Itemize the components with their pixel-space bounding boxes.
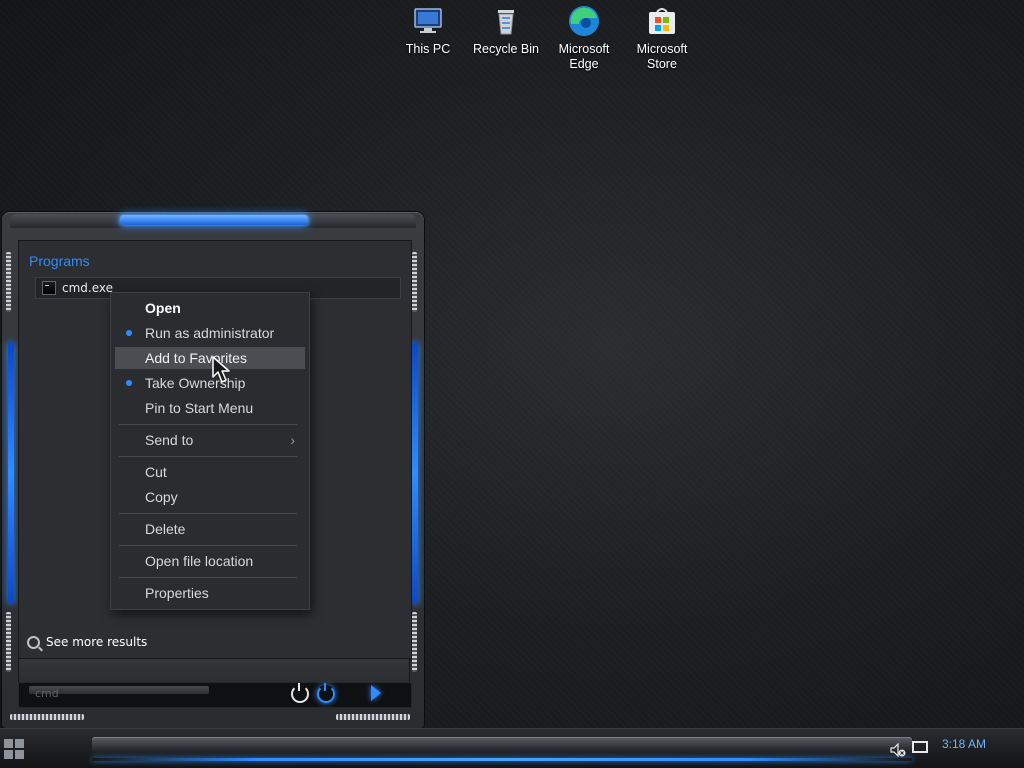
- programs-header: Programs: [29, 253, 90, 269]
- menu-item-cut[interactable]: Cut: [115, 461, 305, 483]
- taskbar: 3:18 AM: [0, 728, 1024, 768]
- start-menu-search-bar: cmd: [18, 682, 412, 708]
- edge-icon: [567, 4, 601, 38]
- right-side-glow: [412, 342, 418, 604]
- desktop-icon-label: Microsoft: [558, 42, 610, 56]
- network-icon[interactable]: [912, 741, 928, 753]
- desktop-icon-label: Edge: [569, 57, 599, 71]
- menu-separator: [119, 424, 297, 425]
- menu-item-label: Cut: [145, 464, 167, 480]
- bullet-icon: [126, 380, 132, 386]
- menu-item-label: Delete: [145, 521, 186, 537]
- store-icon: [645, 4, 679, 38]
- menu-item-send-to[interactable]: Send to ›: [115, 429, 305, 451]
- see-more-results-link[interactable]: See more results: [27, 635, 147, 649]
- menu-separator: [119, 513, 297, 514]
- left-ridge: [6, 252, 11, 312]
- shutdown-icon[interactable]: [317, 683, 335, 703]
- chevron-right-icon: ›: [290, 432, 295, 448]
- left-foot-ridge: [10, 714, 84, 720]
- start-logo-square: [15, 739, 24, 748]
- start-button[interactable]: [4, 739, 24, 759]
- this-pc-icon: [411, 4, 445, 38]
- menu-separator: [119, 545, 297, 546]
- see-more-label: See more results: [46, 635, 148, 649]
- search-input-value: cmd: [35, 687, 59, 700]
- context-menu: Open Run as administrator Add to Favorit…: [110, 292, 310, 610]
- menu-item-label: Copy: [145, 489, 178, 505]
- start-logo-square: [15, 750, 24, 759]
- menu-separator: [119, 456, 297, 457]
- menu-item-label: Pin to Start Menu: [145, 400, 254, 416]
- search-icon: [27, 635, 40, 649]
- menu-item-delete[interactable]: Delete: [115, 518, 305, 540]
- desktop-icon-label: Recycle Bin: [473, 42, 539, 56]
- program-item-label: cmd.exe: [62, 281, 114, 295]
- desktop-icon-microsoft-edge[interactable]: Microsoft Edge: [545, 4, 623, 72]
- desktop-icon-recycle-bin[interactable]: Recycle Bin: [467, 4, 545, 57]
- menu-item-open-file-location[interactable]: Open file location: [115, 550, 305, 572]
- menu-item-copy[interactable]: Copy: [115, 486, 305, 508]
- menu-separator: [119, 577, 297, 578]
- bullet-icon: [126, 330, 132, 336]
- desktop-icon-label: Store: [647, 57, 677, 71]
- desktop-icon-label: This PC: [405, 42, 451, 56]
- recycle-bin-icon: [489, 4, 523, 38]
- menu-item-add-to-favorites[interactable]: Add to Favorites: [115, 347, 305, 369]
- right-ridge: [412, 252, 417, 312]
- right-ridge-bottom: [412, 612, 417, 672]
- menu-item-take-ownership[interactable]: Take Ownership: [115, 372, 305, 394]
- menu-item-label: Properties: [145, 585, 209, 601]
- taskbar-clock[interactable]: 3:18 AM: [942, 737, 986, 751]
- desktop-icon-this-pc[interactable]: This PC: [389, 4, 467, 57]
- desktop-icon-label: Microsoft: [636, 42, 688, 56]
- menu-item-open[interactable]: Open: [115, 297, 305, 319]
- cmd-icon: [42, 281, 56, 295]
- menu-item-label: Run as administrator: [145, 325, 275, 341]
- shutdown-options-arrow-icon[interactable]: [371, 685, 381, 701]
- start-logo-square: [4, 739, 13, 748]
- menu-item-label: Open: [145, 300, 181, 316]
- menu-item-run-as-administrator[interactable]: Run as administrator: [115, 322, 305, 344]
- power-icon[interactable]: [291, 683, 309, 703]
- menu-item-properties[interactable]: Properties: [115, 582, 305, 604]
- start-menu-top-glow: [120, 215, 308, 225]
- right-foot-ridge: [336, 714, 410, 720]
- volume-muted-icon[interactable]: [890, 742, 906, 758]
- taskbar-rail: [92, 737, 912, 761]
- menu-item-pin-to-start-menu[interactable]: Pin to Start Menu: [115, 397, 305, 419]
- left-ridge-bottom: [6, 612, 11, 672]
- left-side-glow: [8, 342, 14, 604]
- start-logo-square: [4, 750, 13, 759]
- menu-item-label: Send to: [145, 432, 194, 448]
- menu-item-label: Open file location: [145, 553, 254, 569]
- desktop-icon-microsoft-store[interactable]: Microsoft Store: [623, 4, 701, 72]
